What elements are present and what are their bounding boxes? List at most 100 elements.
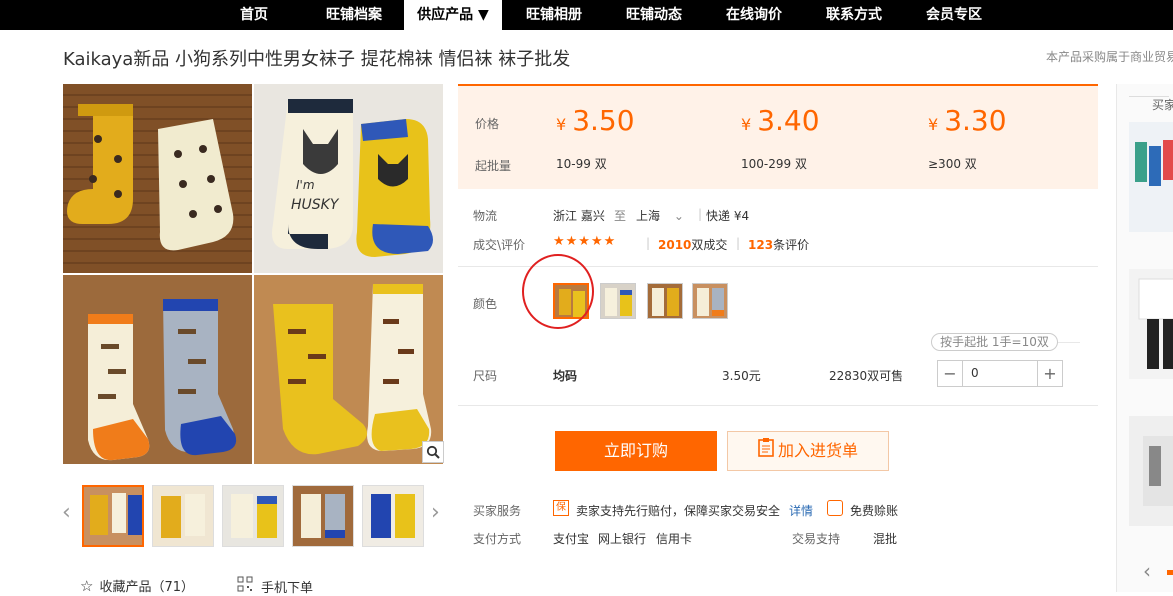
size-value: 均码 [553,369,578,383]
price-label: 价格 [475,117,500,131]
zoom-icon[interactable] [422,441,444,463]
top-nav: 首页 旺铺档案 供应产品 ▼ 旺铺相册 旺铺动态 在线询价 联系方式 会员专区 [0,0,1173,30]
mobile-order[interactable]: 手机下单 [237,576,313,596]
highlight-circle [522,254,594,329]
nav-inquiry[interactable]: 在线询价 [710,0,798,30]
tier-qty-2: 100-299 双 [741,155,807,172]
product-thumbnail[interactable] [292,485,354,547]
currency-symbol: ¥ [928,115,939,134]
ship-from: 浙江 嘉兴 [553,209,605,223]
free-credit: 免费赊账 [850,504,899,518]
pay-method: 信用卡 [656,532,693,546]
color-swatch[interactable] [600,283,636,319]
quantity-stepper: − 0 + [937,360,1063,387]
pay-method: 支付宝 [553,532,590,546]
plus-button[interactable]: + [1038,361,1062,386]
tier-price-3: ¥3.30 [928,104,1007,137]
quantity-input[interactable]: 0 [962,361,1038,386]
nav-album[interactable]: 旺铺相册 [510,0,598,30]
divider: | [736,236,741,250]
tier-price-2: ¥3.40 [741,104,820,137]
tier-qty-1: 10-99 双 [556,155,607,172]
currency-symbol: ¥ [741,115,752,134]
service-detail-link[interactable]: 详情 [789,502,813,519]
svg-text:HUSKY: HUSKY [291,197,340,213]
nav-contact[interactable]: 联系方式 [810,0,898,30]
buyers-also-viewed-panel: 买家 ‹ [1116,84,1173,592]
product-thumbnail[interactable] [152,485,214,547]
thumb-next-arrow-icon[interactable]: › [431,500,440,525]
clipboard-icon [758,433,774,471]
nav-members[interactable]: 会员专区 [910,0,998,30]
express-fee: 快递 ¥4 [706,209,750,223]
tier-price-1: ¥3.50 [556,104,635,137]
tier-price-value: 3.30 [944,104,1007,137]
currency-symbol: ¥ [556,115,567,134]
guarantee-badge-icon: 保 [553,500,569,516]
nav-home[interactable]: 首页 [218,0,290,30]
size-label: 尺码 [473,369,498,383]
minus-button[interactable]: − [938,361,962,386]
batch-rule-tag: 按手起批 1手=10双 [931,333,1058,351]
add-to-cart-label: 加入进货单 [777,441,858,460]
tier-qty-unit: 双 [594,157,607,171]
deal-count[interactable]: 2010双成交 [658,236,727,253]
stock-available: 22830双可售 [829,369,904,383]
tier-qty-unit: 双 [964,157,977,171]
divider-line [458,405,1098,406]
recommended-product-image[interactable] [1129,269,1173,379]
tier-qty-3: ≥300 双 [928,155,977,172]
rating-stars: ★★★★★ [553,234,617,249]
nav-products[interactable]: 供应产品 ▼ [404,0,502,30]
favorite-product[interactable]: ☆ 收藏产品（71） [80,576,194,596]
buy-now-button[interactable]: 立即订购 [555,431,717,471]
trade-support-label: 交易支持 [792,532,841,546]
tier-qty-value: ≥300 [928,157,961,171]
ship-to-word: 至 [614,209,627,223]
review-count-value: 123 [748,238,774,252]
payment-label: 支付方式 [473,532,522,546]
qr-code-icon [237,576,253,596]
nav-shop-profile[interactable]: 旺铺档案 [310,0,398,30]
divider: | [646,236,651,250]
price-panel: 价格 起批量 ¥3.50 ¥3.40 ¥3.30 10-99 双 100-299… [458,84,1098,189]
main-product-image[interactable]: I'm HUSKY [63,84,443,464]
panel-prev-arrow-icon[interactable]: ‹ [1143,559,1151,583]
color-swatch[interactable] [647,283,683,319]
favorite-label: 收藏产品（71） [99,580,194,595]
pager-dot[interactable] [1167,570,1173,575]
min-qty-label: 起批量 [475,159,512,173]
divider: | [698,207,703,221]
chevron-down-icon: ⌄ [673,209,684,223]
product-thumbnail[interactable] [82,485,144,547]
review-count-unit: 条评价 [773,238,810,252]
logistics-label: 物流 [473,209,498,223]
ship-to-value: 上海 [636,209,661,223]
product-title: Kaikaya新品 小狗系列中性男女袜子 提花棉袜 情侣袜 袜子批发 [63,49,571,70]
tier-qty-value: 10-99 [556,157,591,171]
nav-news[interactable]: 旺铺动态 [610,0,698,30]
tier-qty-value: 100-299 [741,157,792,171]
tier-price-value: 3.50 [572,104,635,137]
tier-price-value: 3.40 [757,104,820,137]
size-price: 3.50元 [722,369,761,383]
trade-note: 本产品采购属于商业贸易 [1046,50,1173,64]
credit-icon [827,500,843,516]
review-count[interactable]: 123条评价 [748,236,809,253]
add-to-cart-button[interactable]: 加入进货单 [727,431,889,471]
mobile-order-label: 手机下单 [261,580,314,596]
ship-to-select[interactable]: 上海 ⌄ [636,207,684,224]
recommended-product-image[interactable] [1129,122,1173,232]
product-thumbnail[interactable] [222,485,284,547]
recommended-product-image[interactable] [1129,416,1173,526]
product-thumbnail[interactable] [362,485,424,547]
pay-method: 网上银行 [598,532,647,546]
color-swatch[interactable] [692,283,728,319]
svg-text:I'm: I'm [296,178,315,192]
trade-support-value: 混批 [873,532,898,546]
service-text: 卖家支持先行赔付，保障买家交易安全 [576,504,781,518]
deal-count-value: 2010 [658,238,692,252]
deals-label: 成交\评价 [473,238,526,252]
panel-title: 买家 [1152,98,1173,112]
thumb-prev-arrow-icon[interactable]: ‹ [62,500,71,525]
